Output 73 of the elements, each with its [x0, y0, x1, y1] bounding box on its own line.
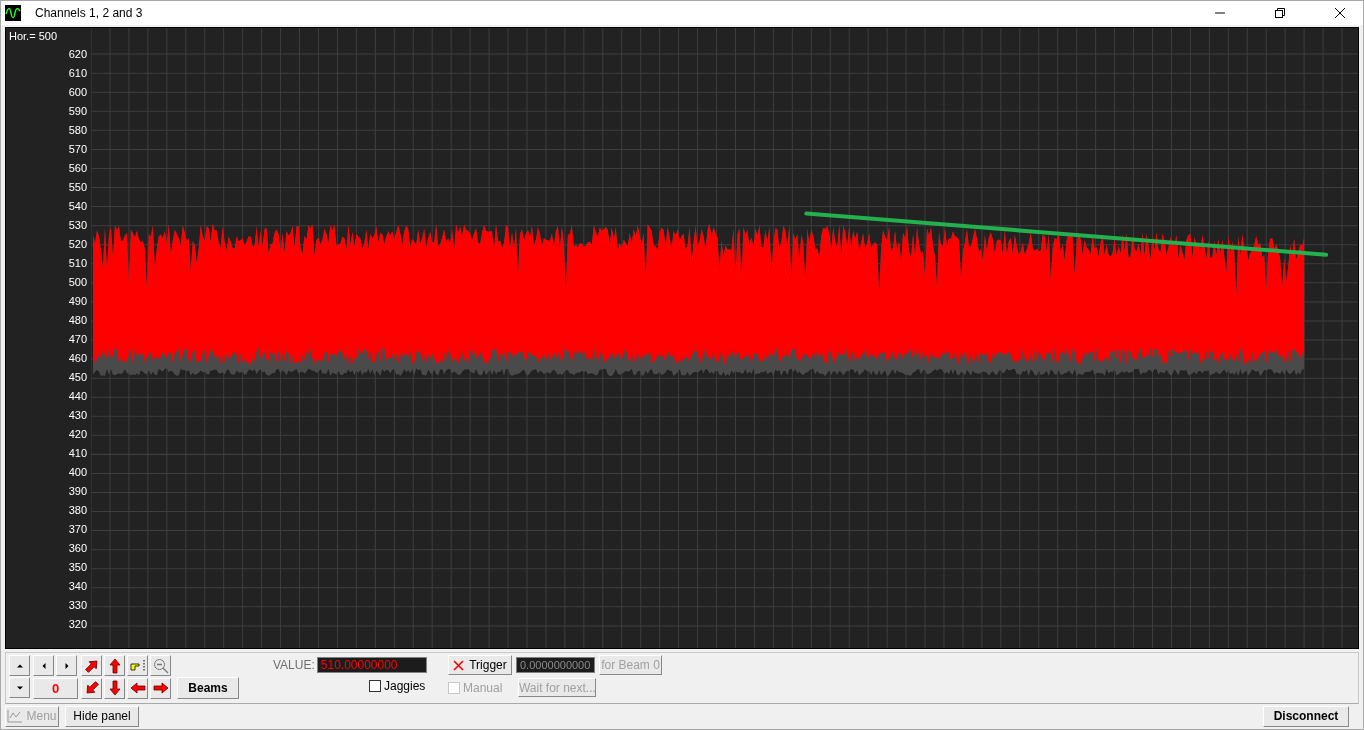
- axis-tick-label: 490: [68, 295, 87, 307]
- axis-tick-label: 520: [68, 238, 87, 250]
- triangle-right-icon: [63, 662, 70, 669]
- axis-tick-label: 370: [68, 523, 87, 535]
- diagonal-arrow-icon: [83, 657, 100, 674]
- axis-tick-label: 500: [68, 276, 87, 288]
- axis-tick-label: 580: [68, 124, 87, 136]
- checkbox-label: Manual: [463, 680, 503, 695]
- triangle-left-icon: [40, 662, 47, 669]
- checkbox-label: Jaggies: [384, 679, 426, 693]
- beam-counter: 0: [33, 677, 78, 699]
- triangle-up-icon: [16, 662, 23, 669]
- axis-tick-label: 420: [68, 428, 87, 440]
- step-right-button[interactable]: [56, 655, 77, 676]
- value-field[interactable]: 510.00000000: [316, 657, 427, 673]
- axis-tick-label: 470: [68, 333, 87, 345]
- axis-tick-label: 460: [68, 352, 87, 364]
- axis-tick-label: 330: [68, 599, 87, 611]
- axis-tick-label: 440: [68, 390, 87, 402]
- trigger-button[interactable]: Trigger: [448, 655, 512, 675]
- jaggies-checkbox[interactable]: [369, 680, 381, 692]
- axis-tick-label: 320: [68, 618, 87, 630]
- pointing-hand-icon: [129, 658, 146, 673]
- axis-tick-label: 600: [68, 86, 87, 98]
- axis-tick-label: 400: [68, 466, 87, 478]
- pointer-button[interactable]: [127, 655, 148, 676]
- oscilloscope-logo-icon: [5, 5, 21, 21]
- left-button[interactable]: [127, 677, 148, 699]
- up-button[interactable]: [104, 655, 125, 676]
- close-icon: [1335, 8, 1345, 18]
- axis-tick-label: 540: [68, 200, 87, 212]
- axis-tick-label: 410: [68, 447, 87, 459]
- axis-tick-label: 530: [68, 219, 87, 231]
- scroll-down-button[interactable]: [9, 677, 30, 698]
- arrow-down-icon: [106, 680, 123, 696]
- shrink-button[interactable]: [81, 677, 102, 699]
- expand-button[interactable]: [81, 655, 102, 676]
- axis-tick-label: 380: [68, 504, 87, 516]
- axis-tick-label: 450: [68, 371, 87, 383]
- zoom-button[interactable]: [150, 655, 171, 676]
- axis-tick-label: 620: [68, 48, 87, 60]
- axis-tick-label: 560: [68, 162, 87, 174]
- triangle-down-icon: [16, 684, 23, 691]
- diagonal-arrow-icon: [83, 680, 100, 696]
- axis-tick-label: 360: [68, 542, 87, 554]
- trigger-value-field[interactable]: 0.0000000000: [516, 657, 595, 673]
- chart-icon: [7, 709, 24, 723]
- beams-button[interactable]: Beams: [177, 677, 239, 699]
- axis-tick-label: 510: [68, 257, 87, 269]
- axis-tick-label: 590: [68, 105, 87, 117]
- arrow-left-icon: [129, 680, 146, 696]
- axis-tick-label: 610: [68, 67, 87, 79]
- hide-panel-button[interactable]: Hide panel: [65, 705, 139, 727]
- arrow-up-icon: [106, 657, 123, 674]
- window-title: Channels 1, 2 and 3: [35, 6, 144, 20]
- close-x-icon: [453, 659, 465, 671]
- right-button[interactable]: [150, 677, 171, 699]
- value-label: VALUE:: [273, 658, 315, 672]
- scroll-up-button[interactable]: [9, 655, 30, 676]
- axis-tick-label: 390: [68, 485, 87, 497]
- axis-tick-label: 550: [68, 181, 87, 193]
- axis-tick-label: 340: [68, 580, 87, 592]
- axis-tick-label: 480: [68, 314, 87, 326]
- arrow-right-icon: [152, 680, 169, 696]
- axis-tick-label: 430: [68, 409, 87, 421]
- restore-icon: [1275, 8, 1285, 18]
- zoom-out-icon: [152, 657, 169, 674]
- disconnect-button[interactable]: Disconnect: [1263, 705, 1349, 727]
- step-left-button[interactable]: [33, 655, 54, 676]
- scale-label: Hor.= 500: [9, 30, 57, 42]
- axis-tick-label: 570: [68, 143, 87, 155]
- down-button[interactable]: [104, 677, 125, 699]
- axis-tick-label: 350: [68, 561, 87, 573]
